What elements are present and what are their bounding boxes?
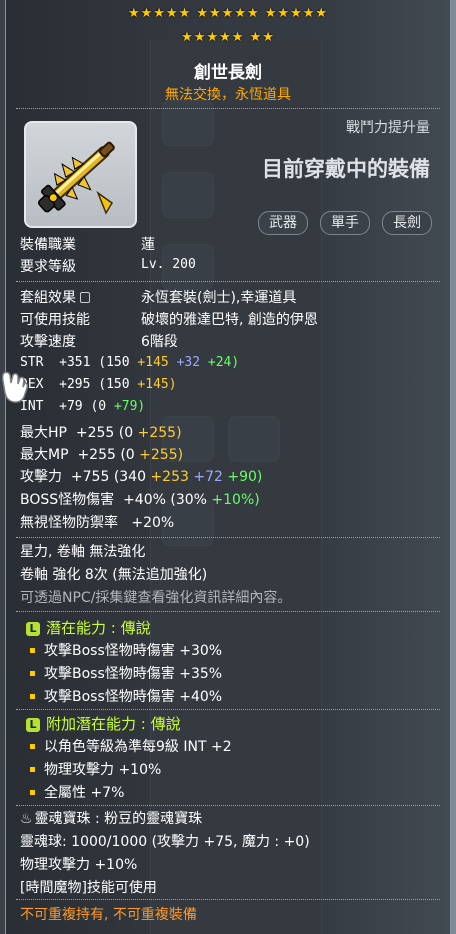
soul-orb-stats: 靈魂球: 1000/1000 (攻擊力 +75, 魔力 : +0) <box>20 834 310 850</box>
additional-potential-line: 全屬性 +7% <box>26 782 124 802</box>
job-value: 蓮 <box>141 237 155 253</box>
stat-maxhp: 最大HP +255 (0 +255) <box>20 425 182 441</box>
soul-physical-attack: 物理攻擊力 +10% <box>20 857 138 873</box>
soul-weapon-title: ♨ 靈魂寶珠 : 粉豆的靈魂寶珠 <box>20 811 203 827</box>
potential-line: 攻擊Boss怪物時傷害 +30% <box>26 640 222 660</box>
tag-weapon: 武器 <box>258 211 308 235</box>
item-trade-status: 無法交換，永恆道具 <box>165 87 291 103</box>
bullet-icon <box>30 744 35 749</box>
legendary-badge-icon: L <box>26 718 40 732</box>
unique-restriction: 不可重複持有, 不可重複裝備 <box>20 907 197 923</box>
enhance-line-2: 卷軸 強化 8次 (無法追加強化) <box>20 567 208 583</box>
stat-boss-damage: BOSS怪物傷害 +40% (30% +10%) <box>20 492 260 508</box>
enhance-info: 可透過NPC/採集鍵查看強化資訊詳細內容。 <box>20 590 292 606</box>
req-level-label: 要求等級 <box>20 259 76 275</box>
combat-power-label: 戰鬥力提升量 <box>346 120 430 136</box>
stat-str: STR +351 (150 +145 +32 +24) <box>20 355 240 370</box>
potential-header: L 潛在能力 : 傳說 <box>26 617 151 638</box>
stat-attack: 攻擊力 +755 (340 +253 +72 +90) <box>20 469 263 485</box>
legendary-badge-icon: L <box>26 622 40 636</box>
skills-label: 可使用技能 <box>20 312 90 328</box>
divider <box>16 108 440 109</box>
additional-potential-line: 以角色等級為準每9級 INT +2 <box>26 736 232 756</box>
additional-potential-header: L 附加潛在能力 : 傳說 <box>26 713 181 734</box>
soul-flame-icon: ♨ <box>20 811 33 827</box>
attack-speed-label: 攻擊速度 <box>20 334 76 350</box>
divider <box>16 899 440 900</box>
set-label: 套組效果 <box>20 287 90 307</box>
soul-skill: [時間魔物]技能可使用 <box>20 880 157 896</box>
item-name: 創世長劍 <box>194 63 262 83</box>
set-value: 永恆套裝(劍士),幸運道具 <box>141 290 297 306</box>
attack-speed-value: 6階段 <box>141 334 178 350</box>
divider <box>16 805 440 806</box>
divider <box>16 537 440 538</box>
stat-maxmp: 最大MP +255 (0 +255) <box>20 447 184 463</box>
item-icon-frame <box>24 121 137 228</box>
divider <box>16 709 440 710</box>
job-label: 裝備職業 <box>20 237 76 253</box>
stat-int: INT +79 (0 +79) <box>20 399 146 414</box>
equip-state: 目前穿戴中的裝備 <box>262 157 430 181</box>
skills-value: 破壞的雅達巴特, 創造的伊恩 <box>141 312 318 328</box>
req-level-value: Lv. 200 <box>141 257 196 272</box>
sword-icon <box>37 141 115 215</box>
bullet-icon <box>30 790 35 795</box>
additional-potential-line: 物理攻擊力 +10% <box>26 759 161 779</box>
potential-line: 攻擊Boss怪物時傷害 +35% <box>26 663 222 683</box>
lock-icon <box>80 292 90 303</box>
enhance-line-1: 星力, 卷軸 無法強化 <box>20 544 146 560</box>
item-tooltip: ★★★★★ ★★★★★ ★★★★★ ★★★★★ ★★ 創世長劍 無法交換，永恆道… <box>5 0 451 934</box>
bullet-icon <box>30 694 35 699</box>
glove-cursor-icon <box>1 371 28 403</box>
bullet-icon <box>30 767 35 772</box>
tag-one-handed: 單手 <box>320 211 370 235</box>
stat-ignore-defense: 無視怪物防禦率 +20% <box>20 515 175 531</box>
bullet-icon <box>30 648 35 653</box>
stat-dex: DEX +295 (150 +145) <box>20 377 177 392</box>
star-force-row-2: ★★★★★ ★★ <box>181 30 275 45</box>
bullet-icon <box>30 671 35 676</box>
potential-line: 攻擊Boss怪物時傷害 +40% <box>26 686 222 706</box>
tag-longsword: 長劍 <box>382 211 432 235</box>
divider <box>16 281 440 282</box>
divider <box>16 611 440 612</box>
star-force-row-1: ★★★★★ ★★★★★ ★★★★★ <box>127 6 329 21</box>
